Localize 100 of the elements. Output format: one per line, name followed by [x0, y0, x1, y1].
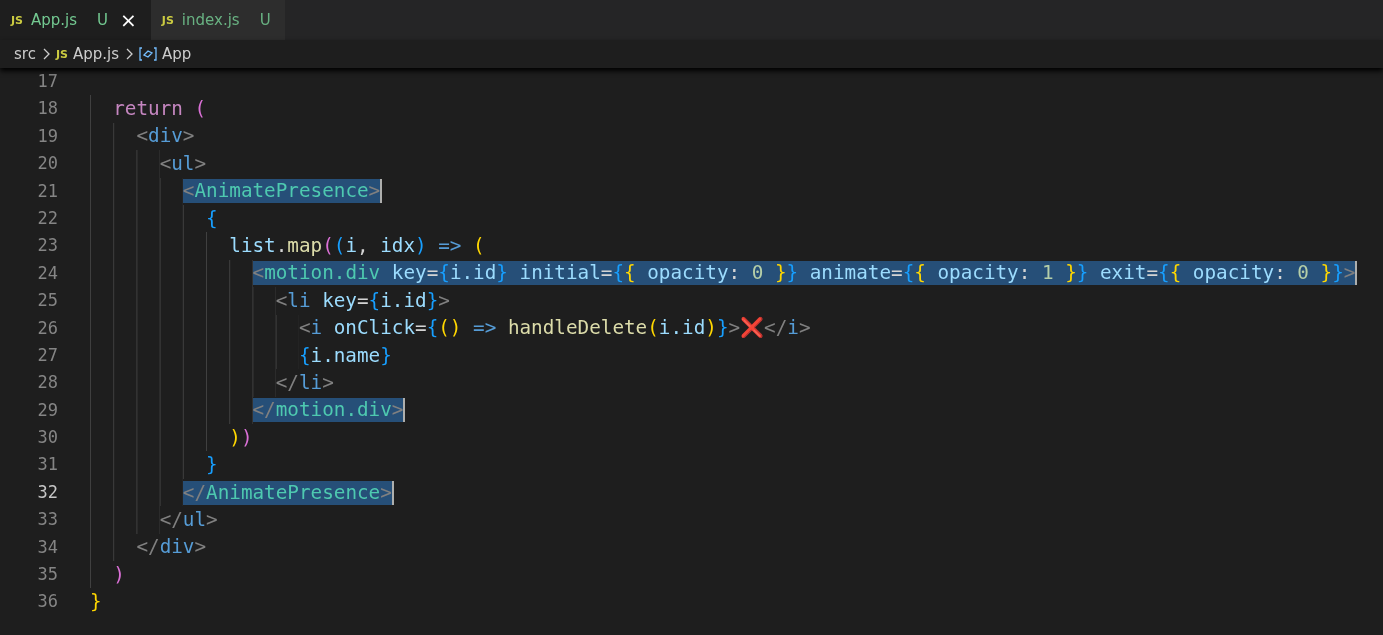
component-name: motion.div [264, 261, 381, 285]
tag-bracket: < [252, 261, 265, 285]
line-number: 26 [36, 316, 58, 340]
line-number: 29 [36, 398, 58, 422]
punctuation-token: = [357, 288, 369, 312]
bracket-token: ) [705, 316, 717, 340]
bracket-token: ( [647, 316, 659, 340]
chevron-right-icon [124, 47, 134, 61]
bracket-token: ) [240, 425, 253, 449]
tag-bracket: > [798, 316, 811, 340]
text-cursor [403, 398, 406, 423]
bracket-token: } [380, 343, 392, 367]
line-number: 30 [36, 426, 58, 450]
arrow-operator: => [472, 316, 497, 340]
bracket-token: { [914, 261, 926, 285]
component-name: AnimatePresence [194, 179, 369, 203]
tag-bracket: </ [275, 371, 299, 394]
bracket-token: { [206, 206, 218, 230]
bracket-token: ( [333, 234, 346, 258]
identifier-token: i [345, 234, 357, 258]
tag-bracket: </ [159, 507, 183, 531]
bracket-token: } [90, 590, 102, 614]
bracket-token: { [1169, 261, 1182, 285]
tag-bracket: </ [252, 398, 276, 422]
tag-name: ul [182, 507, 207, 531]
bracket-token: } [1332, 261, 1344, 285]
identifier-token: i.id [449, 261, 497, 285]
line-number: 34 [36, 535, 58, 559]
bracket-token: { [298, 343, 311, 367]
bracket-token: { [368, 288, 381, 312]
component-name: motion.div [275, 398, 392, 422]
line-number: 21 [36, 179, 58, 203]
tag-bracket: > [728, 316, 741, 340]
component-name: AnimatePresence [206, 480, 381, 504]
tag-name: ul [171, 151, 195, 175]
tag-name: li [287, 288, 311, 312]
tag-name: i [310, 316, 323, 340]
tag-bracket: > [194, 535, 207, 559]
line-number: 27 [36, 343, 58, 367]
line-number: 19 [36, 124, 58, 148]
breadcrumb-item[interactable]: src [14, 45, 36, 63]
line-number: 22 [36, 206, 58, 230]
bracket-token: } [786, 261, 799, 285]
bracket-token: ( [472, 234, 485, 258]
tag-bracket: </ [182, 480, 207, 504]
attribute-name: onClick [332, 316, 416, 340]
tag-bracket: > [206, 507, 218, 531]
tag-bracket: > [368, 179, 381, 203]
bracket-token: { [426, 316, 439, 340]
bracket-token: } [206, 453, 218, 477]
identifier-token: opacity [646, 261, 729, 285]
tab-label: App.js [31, 11, 78, 29]
js-file-icon: JS [55, 47, 68, 61]
attribute-name: key [321, 288, 357, 312]
breadcrumb-item[interactable]: App.js [72, 45, 119, 63]
identifier-token: idx [379, 234, 416, 258]
identifier-token: opacity [936, 261, 1019, 285]
line-number: 20 [36, 152, 58, 176]
editor-tab[interactable]: JS index.js U [150, 0, 285, 40]
bracket-token: } [1319, 261, 1333, 285]
bracket-token: } [1064, 261, 1077, 285]
keyword-token: return [113, 97, 183, 121]
attribute-name: key [390, 261, 427, 285]
punctuation-token: : [1018, 261, 1031, 285]
close-icon[interactable]: × [120, 10, 137, 30]
line-number: 25 [36, 289, 58, 313]
tag-name: div [159, 535, 195, 559]
number-literal: 1 [1040, 261, 1054, 285]
bracket-token: } [496, 261, 508, 285]
bracket-token: } [1076, 261, 1089, 285]
bracket-token: ( [322, 234, 334, 258]
punctuation-token: : [1274, 261, 1286, 285]
bracket-token: } [426, 288, 439, 312]
line-number: 18 [36, 97, 58, 121]
punctuation-token: , [357, 234, 369, 258]
number-literal: 0 [1296, 261, 1309, 285]
bracket-token: } [773, 261, 787, 285]
js-file-icon: JS [11, 13, 23, 27]
tag-bracket: < [136, 124, 149, 148]
bracket-token: { [438, 261, 450, 285]
tag-bracket: > [194, 151, 207, 175]
punctuation-token: = [426, 261, 439, 285]
tag-bracket: < [182, 179, 195, 203]
breadcrumb-item[interactable]: App [162, 45, 192, 63]
line-number: 33 [36, 508, 58, 532]
line-number: 28 [36, 371, 58, 395]
line-number: 36 [36, 590, 58, 614]
bracket-token: { [612, 261, 624, 285]
editor-tab[interactable]: JS App.js U × [0, 0, 151, 40]
line-number: 32 [36, 480, 58, 504]
identifier-token: i.id [380, 288, 427, 312]
js-file-icon: JS [161, 13, 174, 27]
tag-bracket: </ [764, 316, 788, 340]
punctuation-token: = [1146, 261, 1159, 285]
bracket-token: ( [193, 97, 207, 121]
line-number: 31 [36, 453, 58, 477]
bracket-token: ) [113, 562, 125, 586]
untracked-status: U [259, 11, 271, 29]
tag-bracket: > [1343, 261, 1356, 285]
tag-bracket: </ [136, 535, 160, 559]
